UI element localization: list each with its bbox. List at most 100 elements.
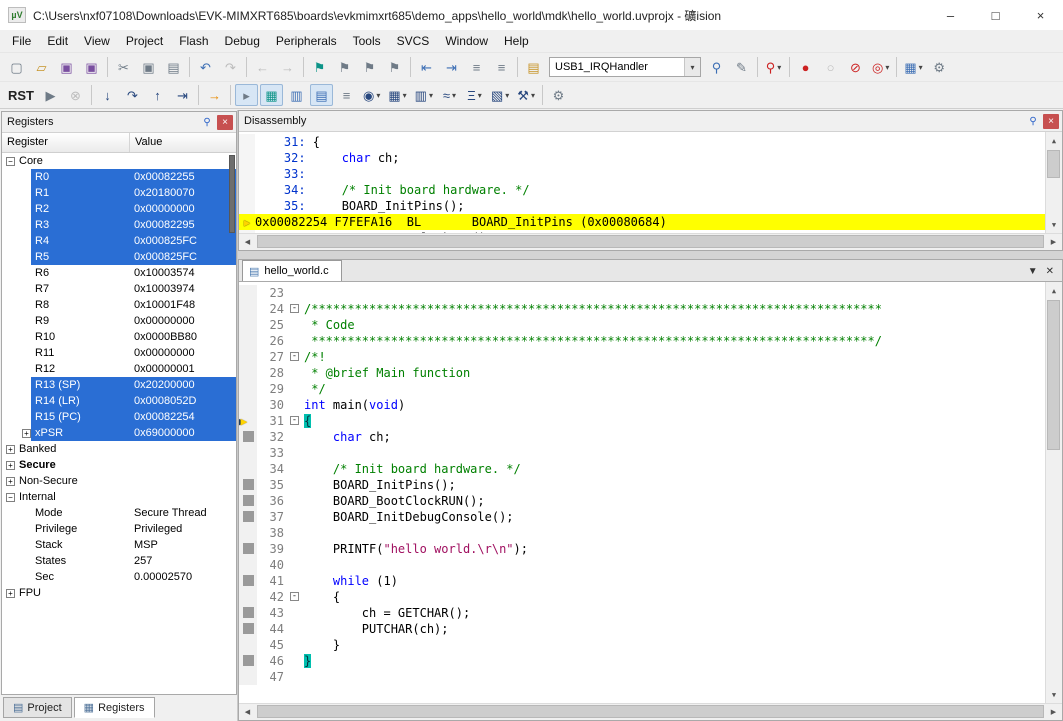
- maximize-button[interactable]: □: [973, 0, 1018, 30]
- expand-icon[interactable]: +: [22, 428, 31, 438]
- search-highlight-icon[interactable]: ✎: [730, 56, 753, 78]
- disassembly-current-line[interactable]: ▶ 0x00082254 F7FEFA16 BL BOARD_InitPins (…: [239, 214, 1045, 230]
- editor-line[interactable]: 24-/************************************…: [239, 301, 1045, 317]
- fold-collapse-icon[interactable]: -: [290, 592, 299, 601]
- editor-gutter[interactable]: [239, 349, 257, 365]
- editor-gutter[interactable]: [239, 621, 257, 637]
- registers-scrollbar-thumb[interactable]: [229, 155, 235, 233]
- tab-registers[interactable]: ▦ Registers: [73, 697, 155, 718]
- bookmark-clear-all-icon[interactable]: ⚑: [383, 56, 406, 78]
- close-panel-icon[interactable]: ×: [217, 114, 233, 130]
- breakpoint-kill-all-icon[interactable]: ◎ ▾: [869, 56, 892, 78]
- editor-line[interactable]: 43 ch = GETCHAR();: [239, 605, 1045, 621]
- combo-dropdown-icon[interactable]: ▾: [684, 58, 700, 76]
- disassembly-vertical-scrollbar[interactable]: ▲ ▼: [1045, 132, 1062, 233]
- editor-gutter[interactable]: [239, 573, 257, 589]
- copy-icon[interactable]: ▣: [137, 56, 160, 78]
- window-layout-dropdown-icon[interactable]: ▾: [919, 63, 923, 72]
- editor-gutter[interactable]: [239, 477, 257, 493]
- serial-window-dropdown-icon[interactable]: ▾: [429, 91, 433, 100]
- save-all-icon[interactable]: ▣: [80, 56, 103, 78]
- trace-window-dropdown-icon[interactable]: ▾: [478, 91, 482, 100]
- command-window-icon[interactable]: ▸: [235, 84, 258, 106]
- register-row[interactable]: Privilege Privileged: [2, 521, 236, 537]
- register-row[interactable]: R15 (PC) 0x00082254: [2, 409, 236, 425]
- code-editor[interactable]: 23 24-/**********************************…: [239, 282, 1062, 703]
- expand-icon[interactable]: +: [6, 476, 15, 486]
- comment-icon[interactable]: ≡: [465, 56, 488, 78]
- expand-icon[interactable]: +: [6, 444, 15, 454]
- menu-item-debug[interactable]: Debug: [217, 32, 268, 50]
- register-row[interactable]: + Non-Secure: [2, 473, 236, 489]
- expand-icon[interactable]: +: [6, 460, 15, 470]
- trace-window-icon[interactable]: Ξ ▾: [463, 84, 486, 106]
- indent-icon[interactable]: ⇥: [440, 56, 463, 78]
- editor-gutter[interactable]: [239, 301, 257, 317]
- editor-line[interactable]: 36 BOARD_BootClockRUN();: [239, 493, 1045, 509]
- breakpoint-toggle-icon[interactable]: ●: [794, 56, 817, 78]
- undo-icon[interactable]: ↶: [194, 56, 217, 78]
- serial-window-icon[interactable]: ▥ ▾: [412, 84, 436, 106]
- navigate-forward-icon[interactable]: →: [276, 56, 299, 78]
- collapse-icon[interactable]: −: [6, 492, 15, 502]
- close-button[interactable]: ×: [1018, 0, 1063, 30]
- pin-icon[interactable]: ⚲: [199, 115, 215, 130]
- editor-line[interactable]: 47: [239, 669, 1045, 685]
- tab-list-chevron-icon[interactable]: ▼: [1028, 266, 1038, 277]
- editor-gutter[interactable]: [239, 397, 257, 413]
- reset-icon[interactable]: RST: [5, 84, 37, 106]
- editor-gutter[interactable]: [239, 317, 257, 333]
- register-row[interactable]: + Banked: [2, 441, 236, 457]
- analysis-window-dropdown-icon[interactable]: ▾: [452, 91, 456, 100]
- toolbox-dropdown-icon[interactable]: ▾: [531, 91, 535, 100]
- scroll-left-icon[interactable]: ◀: [239, 704, 256, 720]
- find-in-files-icon[interactable]: ⚲: [705, 56, 728, 78]
- editor-line[interactable]: 30 int main(void): [239, 397, 1045, 413]
- register-row[interactable]: Mode Secure Thread: [2, 505, 236, 521]
- scroll-right-icon[interactable]: ▶: [1045, 704, 1062, 720]
- redo-icon[interactable]: ↷: [219, 56, 242, 78]
- register-row[interactable]: − Core: [2, 153, 236, 169]
- panel-splitter[interactable]: [238, 251, 1063, 259]
- editor-gutter[interactable]: [239, 589, 257, 605]
- editor-gutter[interactable]: [239, 365, 257, 381]
- scrollbar-thumb[interactable]: [1047, 150, 1060, 178]
- register-row[interactable]: R3 0x00082295: [2, 217, 236, 233]
- menu-item-file[interactable]: File: [4, 32, 39, 50]
- menu-item-help[interactable]: Help: [496, 32, 537, 50]
- editor-line[interactable]: 34 /* Init board hardware. */: [239, 461, 1045, 477]
- new-file-icon[interactable]: ▢: [5, 56, 28, 78]
- register-row[interactable]: R2 0x00000000: [2, 201, 236, 217]
- editor-gutter[interactable]: [239, 525, 257, 541]
- uncomment-icon[interactable]: ≡: [490, 56, 513, 78]
- editor-gutter[interactable]: [239, 509, 257, 525]
- menu-item-project[interactable]: Project: [118, 32, 171, 50]
- editor-gutter[interactable]: [239, 557, 257, 573]
- editor-gutter[interactable]: [239, 429, 257, 445]
- editor-line[interactable]: 25 * Code: [239, 317, 1045, 333]
- disassembly-line[interactable]: 32: char ch;: [239, 150, 1045, 166]
- breakpoint-disable-all-icon[interactable]: ⊘: [844, 56, 867, 78]
- close-panel-icon[interactable]: ×: [1043, 113, 1059, 129]
- step-over-icon[interactable]: ↷: [121, 84, 144, 106]
- register-row[interactable]: R6 0x10003574: [2, 265, 236, 281]
- menu-item-window[interactable]: Window: [437, 32, 496, 50]
- window-layout-icon[interactable]: ▦ ▾: [901, 56, 925, 78]
- run-icon[interactable]: ▶: [39, 84, 62, 106]
- editor-gutter[interactable]: ▶▶: [239, 413, 257, 429]
- system-viewer-dropdown-icon[interactable]: ▾: [505, 91, 509, 100]
- editor-line[interactable]: 37 BOARD_InitDebugConsole();: [239, 509, 1045, 525]
- editor-line[interactable]: 29 */: [239, 381, 1045, 397]
- value-column-header[interactable]: Value: [130, 133, 236, 152]
- register-row[interactable]: R1 0x20180070: [2, 185, 236, 201]
- current-function-combo[interactable]: USB1_IRQHandler ▾: [549, 57, 701, 77]
- editor-gutter[interactable]: [239, 461, 257, 477]
- register-row[interactable]: R5 0x000825FC: [2, 249, 236, 265]
- disassembly-horizontal-scrollbar[interactable]: ◀ ▶: [239, 233, 1062, 250]
- editor-line[interactable]: 41 while (1): [239, 573, 1045, 589]
- watch-window-icon[interactable]: ◉ ▾: [360, 84, 383, 106]
- find-icon[interactable]: ⚲ ▾: [762, 56, 785, 78]
- scrollbar-thumb[interactable]: [257, 235, 1044, 248]
- open-file-icon[interactable]: ▱: [30, 56, 53, 78]
- editor-line[interactable]: 27-/*!: [239, 349, 1045, 365]
